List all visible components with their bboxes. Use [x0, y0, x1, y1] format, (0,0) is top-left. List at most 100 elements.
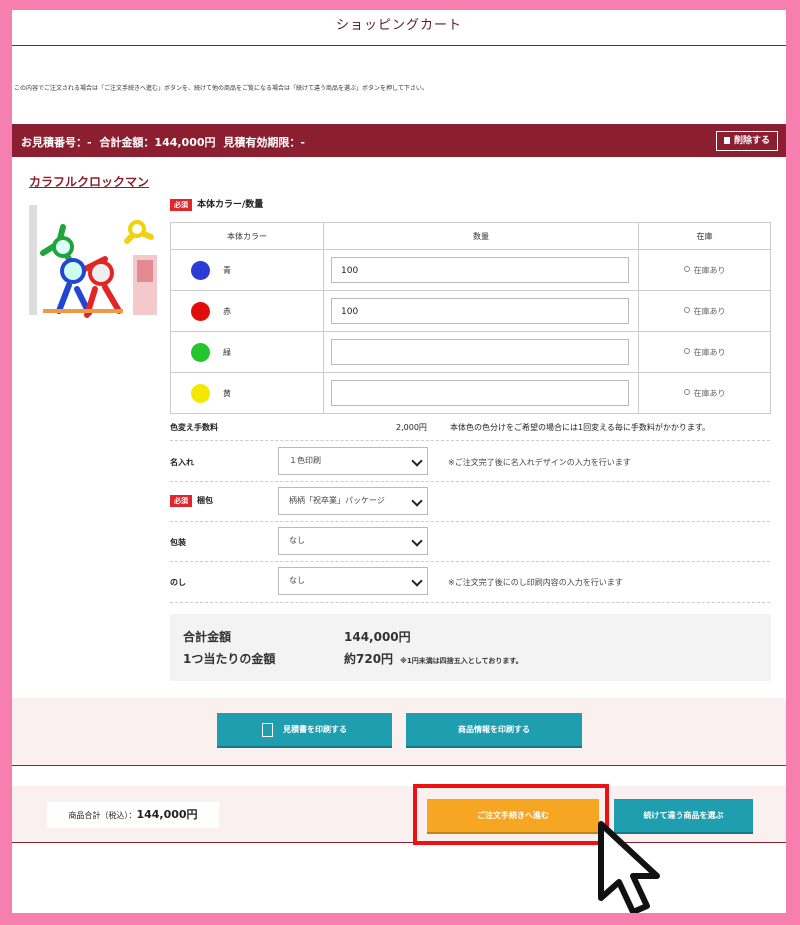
page-title: ショッピングカート: [12, 10, 786, 46]
quantity-input-green[interactable]: [331, 339, 629, 365]
unit-value: 約720円: [344, 652, 394, 666]
color-option-heading: 必須 本体カラー/数量: [170, 197, 263, 211]
color-change-price: 2,000円: [396, 423, 427, 432]
print-estimate-button[interactable]: 見積書を印刷する: [217, 713, 392, 746]
naire-note: ※ご注文完了後に名入れデザインの入力を行います: [448, 458, 631, 467]
stock-status: 在庫あり: [693, 306, 726, 316]
quote-number: お見積番号：-: [21, 136, 92, 149]
qty-cell: 100: [323, 249, 639, 291]
product-name-link[interactable]: カラフルクロックマン: [29, 173, 149, 190]
table-row: 青 100 在庫あり: [170, 249, 771, 291]
quote-bar: お見積番号：- 合計金額：144,000円 見積有効期限：- 削除する: [12, 124, 786, 157]
green-swatch: [191, 342, 210, 362]
konpo-value: 柄柄「祝卒業」パッケージ: [289, 496, 385, 505]
color-option-title: 本体カラー/数量: [197, 200, 264, 210]
konpo-label: 梱包: [197, 496, 213, 505]
delete-label: 削除する: [733, 136, 770, 146]
noshi-label: のし: [170, 578, 186, 587]
noshi-select[interactable]: なし: [278, 567, 428, 595]
stock-status: 在庫あり: [693, 347, 726, 357]
unit-label: 1つ当たりの金額: [183, 652, 276, 666]
subtotal-value: 144,000円: [136, 808, 198, 821]
konpo-label-wrap: 必須 梱包: [170, 495, 213, 507]
quantity-input-red[interactable]: 100: [331, 298, 629, 324]
quote-total: 合計金額：144,000円: [99, 136, 216, 149]
table-header-row: 本体カラー 数量 在庫: [170, 222, 771, 250]
color-change-label: 色変え手数料: [170, 423, 218, 432]
total-label: 合計金額: [183, 630, 232, 644]
cart-page: ショッピングカート この内容でご注文される場合は「ご注文手続きへ進む」ボタンを、…: [12, 10, 786, 913]
document-icon: [262, 722, 273, 737]
trash-icon: [723, 137, 730, 144]
hoso-select[interactable]: なし: [278, 527, 428, 555]
color-cell: 青: [170, 249, 324, 291]
table-row: 赤 100 在庫あり: [170, 290, 771, 332]
quantity-input-yellow[interactable]: [331, 380, 629, 406]
print-area: 見積書を印刷する 商品情報を印刷する: [12, 698, 786, 766]
color-name: 緑: [223, 347, 231, 357]
highlight-box: [413, 784, 609, 845]
header-quantity: 数量: [323, 222, 639, 250]
subtotal-label: 商品合計（税込）：: [68, 811, 137, 820]
naire-label: 名入れ: [170, 458, 194, 467]
chevron-down-icon: [411, 575, 423, 587]
product-image: [29, 197, 157, 325]
stock-circle-icon: [683, 388, 690, 395]
quote-info: お見積番号：- 合計金額：144,000円 見積有効期限：-: [21, 134, 309, 150]
stock-circle-icon: [683, 347, 690, 354]
hoso-label: 包装: [170, 538, 186, 547]
stock-circle-icon: [683, 265, 690, 272]
required-badge: 必須: [170, 199, 192, 211]
stock-circle-icon: [683, 306, 690, 313]
hoso-value: なし: [289, 536, 305, 545]
konpo-row: 必須 梱包 柄柄「祝卒業」パッケージ: [170, 481, 770, 522]
chevron-down-icon: [411, 535, 423, 547]
stock-status: 在庫あり: [693, 265, 726, 275]
delete-button[interactable]: 削除する: [715, 131, 778, 151]
quote-expiry: 見積有効期限：-: [223, 136, 305, 149]
noshi-row: のし なし ※ご注文完了後にのし印刷内容の入力を行います: [170, 561, 770, 603]
color-cell: 黄: [170, 372, 324, 414]
red-swatch: [191, 301, 210, 321]
color-change-note: 本体色の色分けをご希望の場合には1回変える毎に手数料がかかります。: [450, 423, 711, 432]
qty-cell: [323, 372, 639, 414]
mouse-pointer-icon: [598, 821, 660, 913]
color-cell: 緑: [170, 331, 324, 373]
total-value: 144,000円: [344, 630, 411, 644]
table-row: 緑 在庫あり: [170, 331, 771, 373]
stock-cell: 在庫あり: [638, 290, 771, 332]
konpo-select[interactable]: 柄柄「祝卒業」パッケージ: [278, 487, 428, 515]
color-name: 黄: [223, 388, 231, 398]
chevron-down-icon: [411, 455, 423, 467]
table-row: 黄 在庫あり: [170, 372, 771, 414]
stock-cell: 在庫あり: [638, 372, 771, 414]
naire-select[interactable]: １色印刷: [278, 447, 428, 475]
header-stock: 在庫: [638, 222, 771, 250]
yellow-swatch: [191, 383, 210, 403]
qty-cell: [323, 331, 639, 373]
print-estimate-label: 見積書を印刷する: [283, 725, 347, 734]
price-summary: 合計金額 144,000円 1つ当たりの金額 約720円 ※1円未満は四捨五入とし…: [170, 614, 771, 681]
naire-row: 名入れ １色印刷 ※ご注文完了後に名入れデザインの入力を行います: [170, 441, 770, 482]
chevron-down-icon: [411, 495, 423, 507]
subtotal-box: 商品合計（税込）：144,000円: [47, 802, 219, 828]
unit-note: ※1円未満は四捨五入としております。: [400, 657, 523, 665]
continue-shopping-label: 続けて違う商品を選ぶ: [643, 811, 724, 820]
color-name: 赤: [223, 306, 231, 316]
hoso-row: 包装 なし: [170, 521, 770, 562]
color-change-row: 色変え手数料 2,000円 本体色の色分けをご希望の場合には1回変える毎に手数料…: [170, 414, 770, 441]
stock-cell: 在庫あり: [638, 331, 771, 373]
stock-cell: 在庫あり: [638, 249, 771, 291]
print-product-button[interactable]: 商品情報を印刷する: [406, 713, 582, 746]
blue-swatch: [191, 260, 210, 280]
color-cell: 赤: [170, 290, 324, 332]
print-product-label: 商品情報を印刷する: [458, 725, 530, 734]
cart-notice: この内容でご注文される場合は「ご注文手続きへ進む」ボタンを、続けて他の商品をご覧…: [14, 85, 428, 92]
required-badge: 必須: [170, 495, 192, 507]
quantity-input-blue[interactable]: 100: [331, 257, 629, 283]
header-color: 本体カラー: [170, 222, 324, 250]
unit-price-wrap: 約720円 ※1円未満は四捨五入としております。: [344, 650, 523, 667]
color-name: 青: [223, 265, 231, 275]
noshi-note: ※ご注文完了後にのし印刷内容の入力を行います: [448, 578, 623, 587]
qty-cell: 100: [323, 290, 639, 332]
